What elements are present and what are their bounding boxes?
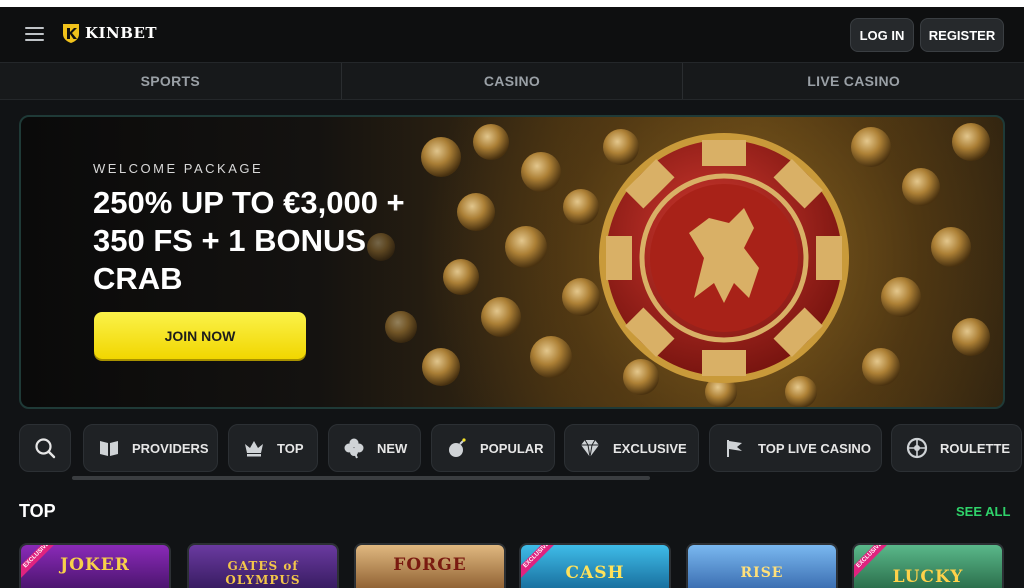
chip-label: ROULETTE	[940, 440, 1011, 456]
register-button[interactable]: REGISTER	[920, 18, 1004, 52]
banner-headline: 250% UP TO €3,000 + 350 FS + 1 BONUS CRA…	[93, 185, 405, 296]
chip-label: EXCLUSIVE	[613, 440, 687, 456]
chip-label: POPULAR	[480, 440, 544, 456]
section-title: TOP	[19, 501, 56, 521]
games-row: JOKER EXCLUSIVE GATES of OLYMPUS FORGE C…	[19, 543, 1024, 588]
banner-eyebrow: WELCOME PACKAGE	[93, 161, 264, 176]
game-title: GATES of OLYMPUS	[225, 559, 301, 587]
chip-new[interactable]: NEW	[328, 424, 421, 472]
chip-label: TOP LIVE CASINO	[758, 440, 871, 456]
game-title: JOKER	[60, 555, 130, 575]
diamond-icon	[581, 439, 599, 458]
bomb-icon	[449, 438, 466, 457]
top-bar: KINBET LOG IN REGISTER	[0, 0, 1024, 62]
brand-name: KINBET	[85, 24, 158, 42]
banner-copy: WELCOME PACKAGE 250% UP TO €3,000 + 350 …	[93, 161, 463, 298]
promo-banner[interactable]: WELCOME PACKAGE 250% UP TO €3,000 + 350 …	[19, 115, 1005, 409]
roulette-icon	[906, 437, 928, 459]
brand-logo[interactable]: KINBET	[61, 22, 157, 44]
game-title: CASH	[565, 563, 625, 583]
game-tile-joker[interactable]: JOKER EXCLUSIVE	[19, 543, 171, 588]
tab-live-casino[interactable]: LIVE CASINO	[682, 63, 1024, 99]
shield-logo-icon	[63, 24, 79, 43]
chip-exclusive[interactable]: EXCLUSIVE	[564, 424, 699, 472]
game-title: RISE	[740, 565, 784, 581]
chip-popular[interactable]: POPULAR	[431, 424, 555, 472]
chips-scrollbar[interactable]	[72, 476, 650, 480]
see-all-link[interactable]: SEE ALL	[956, 504, 1010, 519]
flag-icon	[727, 440, 742, 457]
hamburger-menu-icon[interactable]	[25, 27, 44, 41]
clover-icon	[344, 438, 364, 459]
login-button[interactable]: LOG IN	[850, 18, 914, 52]
game-tile-cash[interactable]: CASH EXCLUSIVE	[519, 543, 671, 588]
book-icon	[100, 441, 118, 456]
crown-icon	[245, 441, 263, 457]
chip-providers[interactable]: PROVIDERS	[83, 424, 218, 472]
chip-label: NEW	[377, 440, 408, 456]
game-title: LUCKY	[892, 567, 964, 587]
category-chips: PROVIDERS TOP NEW POPULAR EXCLUSIVE TOP …	[19, 424, 1024, 472]
chip-label: TOP	[277, 440, 304, 456]
search-button[interactable]	[19, 424, 71, 472]
search-icon	[35, 438, 56, 459]
chip-label: PROVIDERS	[132, 440, 209, 456]
main-nav: SPORTS CASINO LIVE CASINO	[0, 62, 1024, 100]
game-tile-rise[interactable]: RISE	[686, 543, 838, 588]
chip-top-live-casino[interactable]: TOP LIVE CASINO	[709, 424, 882, 472]
join-now-button[interactable]: JOIN NOW	[94, 312, 306, 359]
chip-roulette[interactable]: ROULETTE	[891, 424, 1022, 472]
chip-top[interactable]: TOP	[228, 424, 318, 472]
game-tile-forge[interactable]: FORGE	[354, 543, 506, 588]
tab-casino[interactable]: CASINO	[340, 63, 683, 99]
game-tile-lucky[interactable]: LUCKY EXCLUSIVE	[852, 543, 1004, 588]
game-tile-gates-of-olympus[interactable]: GATES of OLYMPUS	[187, 543, 339, 588]
game-title: FORGE	[393, 555, 467, 575]
tab-sports[interactable]: SPORTS	[0, 63, 341, 99]
